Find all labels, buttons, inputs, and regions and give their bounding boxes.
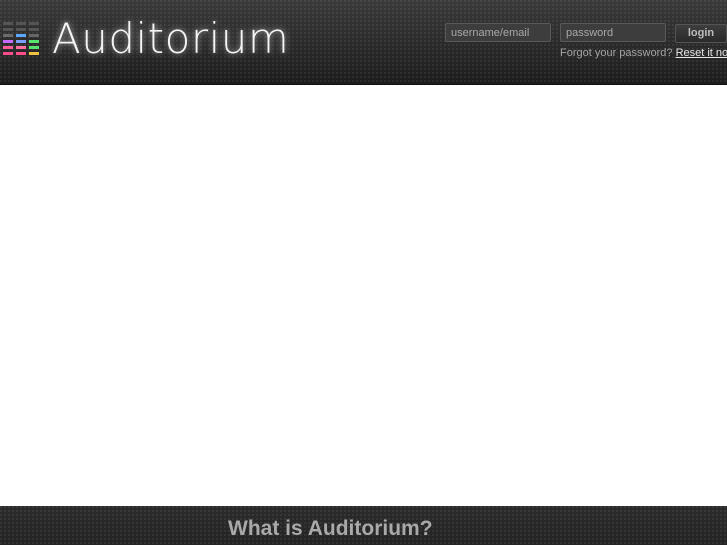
password-input[interactable] [560, 23, 666, 42]
forgot-password-text: Forgot your password? [560, 47, 673, 59]
main-content-area [0, 85, 727, 506]
username-input[interactable] [445, 23, 551, 42]
login-button[interactable]: login [675, 24, 727, 43]
equalizer-bars-icon [3, 22, 39, 55]
forgot-password-row: Forgot your password? Reset it now. [560, 47, 727, 59]
reset-password-link[interactable]: Reset it now. [676, 47, 727, 59]
site-header: Auditorium login Forgot your password? R… [0, 0, 727, 85]
brand-name: Auditorium [52, 14, 290, 63]
section-title: What is Auditorium? [228, 517, 433, 540]
